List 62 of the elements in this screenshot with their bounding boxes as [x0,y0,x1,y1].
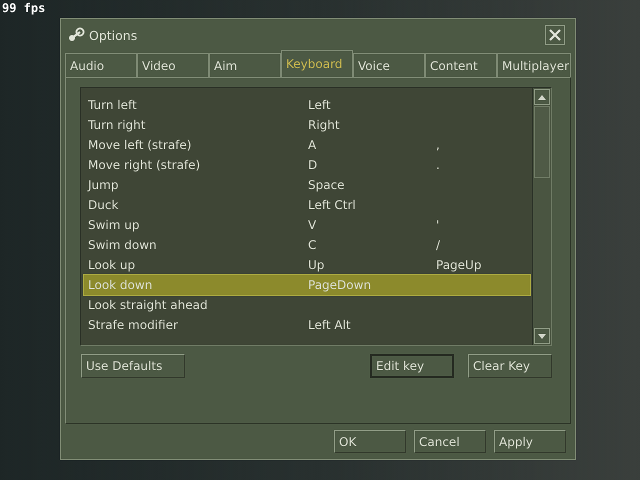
action-label: Jump [86,178,120,192]
binding-row[interactable]: Swim up V ' [84,215,530,235]
binding-row[interactable]: Look straight ahead [84,295,530,315]
action-label: Turn left [87,98,138,112]
action-label: Look straight ahead [87,298,209,312]
alternate-key-label: , [436,138,440,152]
tab[interactable]: Aim [209,53,281,77]
tab[interactable]: Video [137,53,209,77]
action-label: Move left (strafe) [87,138,192,152]
action-label: Swim down [87,238,158,252]
binding-row[interactable]: Turn right Right [84,115,530,135]
key-label: Right [308,118,340,132]
key-label: D [308,158,318,172]
dialog-button[interactable]: Cancel [414,430,486,453]
tab[interactable]: Audio [65,53,137,77]
binding-row[interactable]: Strafe modifier Left Alt [84,315,530,335]
scroll-thumb[interactable] [534,106,550,178]
tab[interactable]: Content [425,53,497,77]
down-triangle-icon [538,334,546,338]
action-label: Look up [87,258,136,272]
close-button[interactable] [545,25,565,45]
key-label: Space [308,178,345,192]
key-label: Left Ctrl [308,198,356,212]
tab[interactable]: Voice [353,53,425,77]
key-label: Left [308,98,331,112]
binding-row[interactable]: Duck Left Ctrl [84,195,530,215]
scroll-up-button[interactable] [534,89,550,105]
action-label: Swim up [87,218,140,232]
alternate-key-label: PageUp [436,258,482,272]
key-label: A [308,138,316,152]
binding-row[interactable]: Look up Up PageUp [84,255,530,275]
dialog-button[interactable]: OK [334,430,406,453]
alternate-key-label: / [436,238,440,252]
key-label: PageDown [308,278,372,292]
action-label: Look down [87,278,154,292]
alternate-key-label: ' [436,218,440,232]
alternate-key-label: . [436,158,440,172]
action-button[interactable]: Use Defaults [81,354,185,378]
binding-row[interactable]: Turn left Left [84,95,530,115]
action-label: Strafe modifier [87,318,179,332]
window-title: Options [89,28,138,42]
tab[interactable]: Keyboard [281,50,353,77]
key-label: V [308,218,316,232]
binding-row[interactable]: Move right (strafe) D . [84,155,530,175]
action-button[interactable]: Edit key [370,354,454,378]
action-label: Turn right [87,118,146,132]
action-button[interactable]: Clear Key [468,354,552,378]
up-triangle-icon [538,94,546,100]
key-label: Left Alt [308,318,351,332]
scroll-down-button[interactable] [534,328,550,344]
binding-row[interactable]: Jump Space [84,175,530,195]
tab[interactable]: Multiplayer [497,53,571,77]
key-label: Up [308,258,324,272]
dialog-button[interactable]: Apply [494,430,566,453]
fps-counter: 99 fps [2,1,46,15]
action-label: Duck [87,198,120,212]
key-label: C [308,238,316,252]
action-label: Move right (strafe) [87,158,202,172]
binding-row[interactable]: Move left (strafe) A , [84,135,530,155]
scrollbar[interactable] [532,88,551,345]
steam-icon [67,27,85,43]
binding-row[interactable]: Swim down C / [84,235,530,255]
